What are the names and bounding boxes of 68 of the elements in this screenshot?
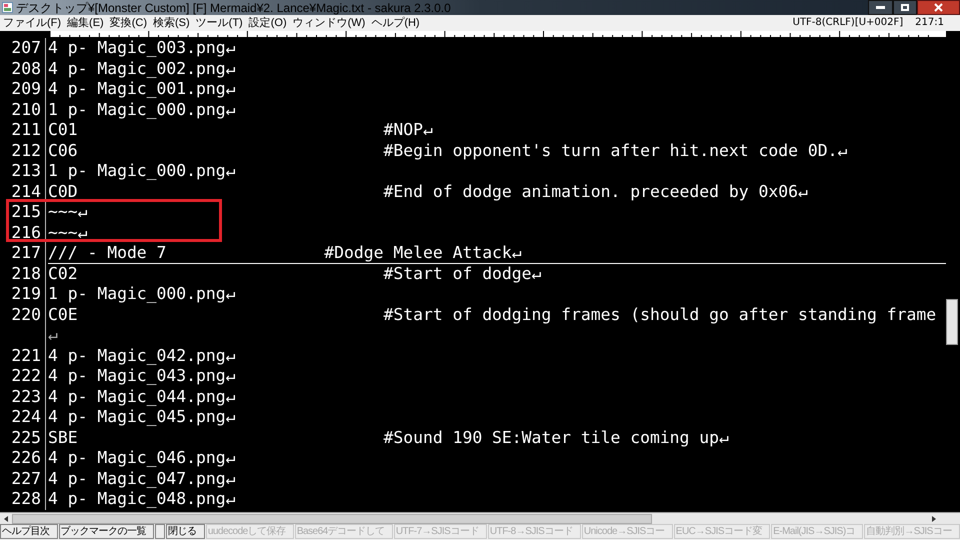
close-button[interactable]: [917, 0, 960, 15]
line-number: 210: [0, 100, 46, 120]
line-number: 226: [0, 448, 46, 468]
function-key-button[interactable]: 閉じる: [166, 524, 205, 539]
code-line: 4 p- Magic_001.png↵: [48, 79, 946, 100]
encoding-status: UTF-8(CRLF)[U+002F]: [792, 18, 904, 28]
window-title: デスクトップ¥[Monster Custom] [F] Mermaid¥2. Lance¥Magic.txt - sakura 2.3.0.0: [16, 2, 451, 14]
code-line: 4 p- Magic_048.png↵: [48, 489, 946, 510]
menu-item[interactable]: 検索(S): [150, 18, 193, 28]
line-number: 224: [0, 407, 46, 428]
line-number: 220: [0, 304, 46, 325]
code-line: 4 p- Magic_047.png↵: [48, 468, 946, 489]
code-line: ~~~↵: [48, 222, 946, 243]
line-number: 212: [0, 140, 46, 161]
cursor-position: 217:1: [915, 18, 944, 28]
line-number: 228: [0, 489, 46, 510]
code-line: C0E #Start of dodging frames (should go after standing frame: [48, 304, 946, 325]
line-number: 225: [0, 428, 46, 448]
menu-item[interactable]: ファイル(F): [0, 18, 64, 28]
function-key-button[interactable]: ヘルプ目次: [0, 524, 58, 539]
line-number: 219: [0, 284, 46, 304]
code-line: 1 p- Magic_000.png↵: [48, 161, 946, 182]
app-icon: [2, 2, 13, 13]
code-line: 4 p- Magic_045.png↵: [48, 407, 946, 428]
line-number: 214: [0, 182, 46, 202]
line-end-mark: ↵: [48, 325, 58, 346]
horizontal-scrollbar[interactable]: [0, 512, 960, 524]
line-number: 208: [0, 58, 46, 79]
line-number: 215: [0, 202, 46, 222]
code-line: C01 #NOP↵: [48, 120, 946, 140]
line-number: 218: [0, 264, 46, 284]
line-number: 213: [0, 161, 46, 182]
menu-item[interactable]: 編集(E): [64, 18, 107, 28]
menu-item[interactable]: 変換(C): [106, 18, 150, 28]
function-key-button[interactable]: [155, 524, 166, 539]
line-number: 207: [0, 38, 46, 58]
code-line: C06 #Begin opponent's turn after hit.next code 0D.↵: [48, 140, 946, 161]
code-line: C0D #End of dodge animation. preceeded by 0x06↵: [48, 182, 946, 202]
code-line: 4 p- Magic_046.png↵: [48, 448, 946, 468]
code-line: 4 p- Magic_043.png↵: [48, 366, 946, 386]
code-line: 4 p- Magic_044.png↵: [48, 386, 946, 407]
code-line: 4 p- Magic_002.png↵: [48, 58, 946, 79]
menu-item[interactable]: ヘルプ(H): [368, 18, 423, 28]
line-number: 222: [0, 366, 46, 386]
line-number: 227: [0, 468, 46, 489]
menu-item[interactable]: 設定(O): [246, 18, 290, 28]
line-number: 211: [0, 120, 46, 140]
line-number: 209: [0, 79, 46, 100]
close-icon: [934, 3, 943, 12]
menu-item[interactable]: ツール(T): [192, 18, 246, 28]
code-line: 4 p- Magic_042.png↵: [48, 346, 946, 366]
scroll-thumb[interactable]: [946, 299, 958, 345]
function-key-button[interactable]: ブックマークの一覧: [58, 524, 154, 539]
scroll-thumb[interactable]: [12, 514, 652, 524]
code-line: /// - Mode 7 #Dodge Melee Attack↵: [48, 243, 946, 264]
code-line: ~~~↵: [48, 202, 946, 222]
code-line: 1 p- Magic_000.png↵: [48, 100, 946, 120]
minimize-button[interactable]: [868, 0, 893, 15]
code-line: 1 p- Magic_000.png↵: [48, 284, 946, 304]
line-number: 221: [0, 346, 46, 366]
line-number: 223: [0, 386, 46, 407]
maximize-button[interactable]: [893, 0, 917, 15]
code-line: SBE #Sound 190 SE:Water tile coming up↵: [48, 428, 946, 448]
code-line: C02 #Start of dodge↵: [48, 264, 946, 284]
code-line: 4 p- Magic_003.png↵: [48, 38, 946, 58]
line-number: 216: [0, 222, 46, 243]
menu-item[interactable]: ウィンドウ(W): [290, 18, 368, 28]
line-number: 217: [0, 243, 46, 264]
